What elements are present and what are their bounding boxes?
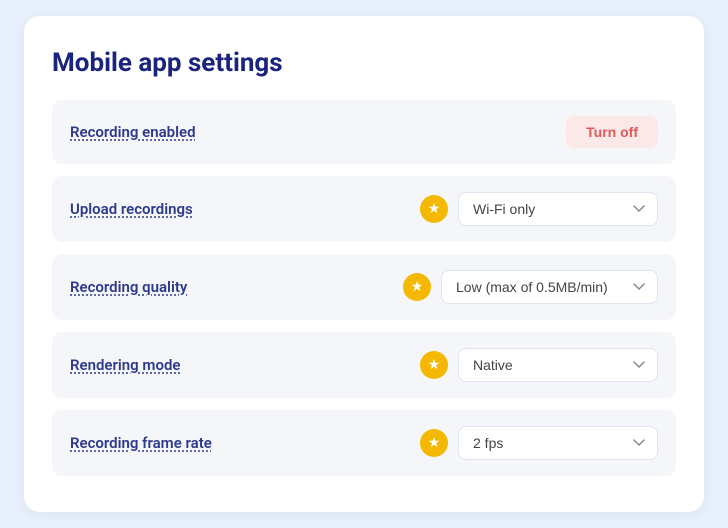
row-recording-quality: Recording quality ★ Low (max of 0.5MB/mi… bbox=[52, 254, 676, 320]
star-icon-rendering: ★ bbox=[420, 351, 448, 379]
star-icon-upload: ★ bbox=[420, 195, 448, 223]
dropdown-recording-frame-rate[interactable]: 1 fps 2 fps 5 fps 10 fps 30 fps bbox=[458, 426, 658, 460]
row-rendering-mode: Rendering mode ★ Native Canvas Mixed bbox=[52, 332, 676, 398]
label-rendering-mode: Rendering mode bbox=[70, 356, 180, 374]
control-rendering-mode: ★ Native Canvas Mixed bbox=[420, 348, 658, 382]
row-upload-recordings: Upload recordings ★ Wi-Fi only Always Ne… bbox=[52, 176, 676, 242]
label-recording-enabled: Recording enabled bbox=[70, 123, 196, 141]
turn-off-button[interactable]: Turn off bbox=[566, 116, 658, 148]
control-recording-frame-rate: ★ 1 fps 2 fps 5 fps 10 fps 30 fps bbox=[420, 426, 658, 460]
label-recording-quality: Recording quality bbox=[70, 278, 187, 296]
page-title: Mobile app settings bbox=[52, 48, 676, 78]
dropdown-upload-recordings[interactable]: Wi-Fi only Always Never bbox=[458, 192, 658, 226]
settings-card: Mobile app settings Recording enabled Tu… bbox=[24, 16, 704, 512]
dropdown-recording-quality[interactable]: Low (max of 0.5MB/min) Medium (max of 1M… bbox=[441, 270, 658, 304]
control-recording-enabled: Turn off bbox=[566, 116, 658, 148]
dropdown-rendering-mode[interactable]: Native Canvas Mixed bbox=[458, 348, 658, 382]
control-recording-quality: ★ Low (max of 0.5MB/min) Medium (max of … bbox=[403, 270, 658, 304]
label-upload-recordings: Upload recordings bbox=[70, 200, 193, 218]
star-icon-frame-rate: ★ bbox=[420, 429, 448, 457]
row-recording-frame-rate: Recording frame rate ★ 1 fps 2 fps 5 fps… bbox=[52, 410, 676, 476]
label-recording-frame-rate: Recording frame rate bbox=[70, 434, 212, 452]
star-icon-quality: ★ bbox=[403, 273, 431, 301]
row-recording-enabled: Recording enabled Turn off bbox=[52, 100, 676, 164]
control-upload-recordings: ★ Wi-Fi only Always Never bbox=[420, 192, 658, 226]
